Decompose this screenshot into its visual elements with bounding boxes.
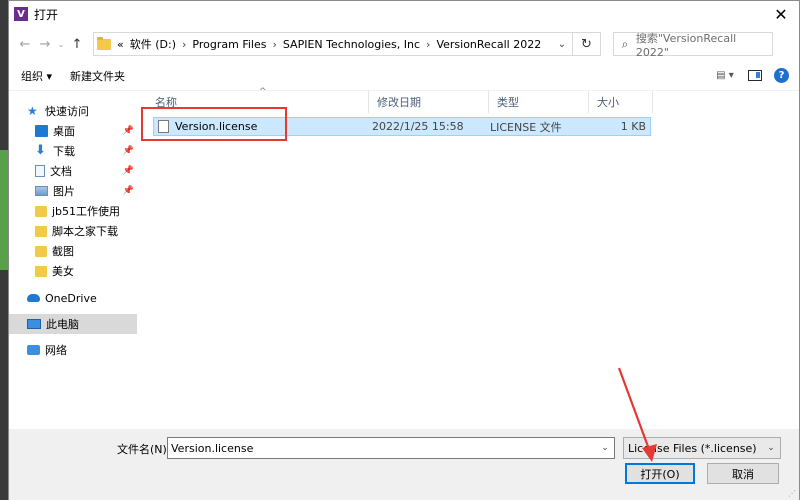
cancel-button[interactable]: 取消 — [707, 463, 779, 484]
search-icon: ⌕ — [621, 36, 629, 51]
sidebar-item-this-pc[interactable]: 此电脑 — [9, 314, 137, 334]
pin-icon: 📌 — [122, 186, 134, 196]
breadcrumb-separator[interactable]: › — [426, 38, 430, 51]
column-header-size[interactable]: 大小 — [589, 91, 653, 113]
file-modified: 2022/1/25 15:58 — [372, 120, 464, 133]
sidebar-item-label: 美女 — [52, 265, 74, 278]
refresh-icon[interactable]: ↻ — [573, 32, 601, 56]
sidebar-item-script-downloads[interactable]: 脚本之家下载 — [9, 221, 137, 241]
preview-pane-icon[interactable] — [748, 70, 762, 81]
close-icon[interactable]: ✕ — [763, 1, 799, 27]
breadcrumb-drive[interactable]: 软件 (D:) — [130, 36, 176, 52]
breadcrumb-separator[interactable]: › — [272, 38, 276, 51]
filetype-value: License Files (*.license) — [628, 441, 757, 455]
folder-icon — [35, 245, 47, 257]
cloud-icon — [27, 294, 40, 302]
star-icon: ★ — [27, 104, 38, 118]
filename-input[interactable]: Version.license ⌄ — [167, 437, 615, 459]
pin-icon: 📌 — [122, 146, 134, 156]
sidebar-item-network[interactable]: 网络 — [9, 340, 137, 360]
navigation-pane[interactable]: ★ 快速访问 桌面 📌 ⬇ 下载 📌 文档 📌 图片 📌 jb51工作使用 脚本… — [9, 91, 137, 429]
sidebar-item-label: 脚本之家下载 — [52, 225, 118, 238]
sidebar-item-label: 此电脑 — [46, 318, 79, 331]
chevron-down-icon[interactable]: ⌄ — [596, 443, 614, 453]
filetype-select[interactable]: License Files (*.license) ⌄ — [623, 437, 781, 459]
filename-value: Version.license — [171, 441, 254, 455]
help-icon[interactable]: ? — [774, 68, 789, 83]
breadcrumb-overflow[interactable]: « — [117, 38, 124, 51]
sidebar-item-label: jb51工作使用 — [52, 205, 121, 218]
address-row: ← → ⌄ ↑ « 软件 (D:) › Program Files › SAPI… — [9, 27, 799, 61]
sidebar-item-label: 快速访问 — [45, 105, 89, 118]
file-list[interactable]: ^ 名称 修改日期 类型 大小 Version.license 2022/1/2… — [141, 87, 799, 429]
pictures-icon — [35, 186, 48, 196]
command-toolbar: 组织 ▾ 新建文件夹 ▤ ▾ ? — [9, 61, 799, 91]
sidebar-item-desktop[interactable]: 桌面 📌 — [9, 121, 137, 141]
folder-icon — [97, 36, 111, 50]
sidebar-item-label: 网络 — [45, 344, 67, 357]
filename-label: 文件名(N): — [117, 443, 171, 456]
sidebar-item-onedrive[interactable]: OneDrive — [9, 288, 137, 308]
sidebar-item-documents[interactable]: 文档 📌 — [9, 161, 137, 181]
document-icon — [35, 165, 45, 177]
search-placeholder: 搜索"VersionRecall 2022" — [635, 31, 737, 59]
sidebar-item-pictures[interactable]: 图片 📌 — [9, 181, 137, 201]
dialog-title: 打开 — [34, 7, 59, 22]
up-arrow-icon[interactable]: ↑ — [67, 33, 87, 55]
open-file-dialog: V 打开 ✕ ← → ⌄ ↑ « 软件 (D:) › Program Files… — [8, 0, 800, 500]
back-arrow-icon[interactable]: ← — [15, 33, 35, 55]
network-icon — [27, 345, 40, 355]
sidebar-item-beauty[interactable]: 美女 — [9, 261, 137, 281]
forward-arrow-icon[interactable]: → — [35, 33, 55, 55]
main-area: ★ 快速访问 桌面 📌 ⬇ 下载 📌 文档 📌 图片 📌 jb51工作使用 脚本… — [9, 87, 799, 429]
sidebar-item-label: 截图 — [52, 245, 74, 258]
breadcrumb-program-files[interactable]: Program Files — [192, 38, 266, 51]
folder-icon — [35, 205, 47, 217]
title-bar: V 打开 ✕ — [9, 1, 799, 27]
address-bar[interactable]: « 软件 (D:) › Program Files › SAPIEN Techn… — [93, 32, 573, 56]
desktop-icon — [35, 125, 48, 137]
folder-icon — [35, 225, 47, 237]
breadcrumb-sapien[interactable]: SAPIEN Technologies, Inc — [283, 38, 420, 51]
breadcrumb-separator[interactable]: › — [182, 38, 186, 51]
sidebar-item-jb51[interactable]: jb51工作使用 — [9, 201, 137, 221]
address-dropdown-chevron-icon[interactable]: ⌄ — [552, 39, 572, 50]
open-button[interactable]: 打开(O) — [625, 463, 695, 484]
change-view-icon[interactable]: ▤ ▾ — [712, 70, 738, 81]
sidebar-item-label: 桌面 — [53, 125, 75, 138]
sidebar-item-label: 图片 — [53, 185, 75, 198]
new-folder-button[interactable]: 新建文件夹 — [70, 68, 125, 84]
sort-ascending-icon: ^ — [259, 87, 267, 97]
search-input[interactable]: ⌕ 搜索"VersionRecall 2022" — [613, 31, 773, 59]
organize-button[interactable]: 组织 ▾ — [21, 68, 52, 84]
file-type: LICENSE 文件 — [490, 120, 562, 134]
column-header-modified[interactable]: 修改日期 — [369, 91, 489, 113]
download-icon: ⬇ — [35, 143, 46, 158]
recent-locations-chevron-icon[interactable]: ⌄ — [55, 33, 67, 55]
annotation-highlight-box — [141, 107, 287, 141]
sidebar-item-screenshots[interactable]: 截图 — [9, 241, 137, 261]
background-green-strip — [0, 150, 8, 270]
computer-icon — [27, 319, 41, 329]
background-app-edge — [0, 0, 8, 500]
sidebar-item-label: 文档 — [50, 165, 72, 178]
pin-icon: 📌 — [122, 126, 134, 136]
app-logo-icon: V — [14, 7, 28, 21]
chevron-down-icon: ⌄ — [767, 443, 775, 453]
sidebar-item-quick-access[interactable]: ★ 快速访问 — [9, 101, 137, 121]
bottom-panel: 文件名(N): Version.license ⌄ License Files … — [9, 429, 799, 500]
breadcrumb-versionrecall[interactable]: VersionRecall 2022 — [436, 38, 541, 51]
file-size: 1 KB — [620, 120, 646, 133]
sidebar-item-downloads[interactable]: ⬇ 下载 📌 — [9, 141, 137, 161]
sidebar-item-label: OneDrive — [45, 291, 97, 305]
pin-icon: 📌 — [122, 166, 134, 176]
column-header-type[interactable]: 类型 — [489, 91, 589, 113]
resize-grip-icon[interactable]: ⋰ — [788, 489, 796, 498]
sidebar-item-label: 下载 — [53, 145, 75, 158]
folder-icon — [35, 265, 47, 277]
